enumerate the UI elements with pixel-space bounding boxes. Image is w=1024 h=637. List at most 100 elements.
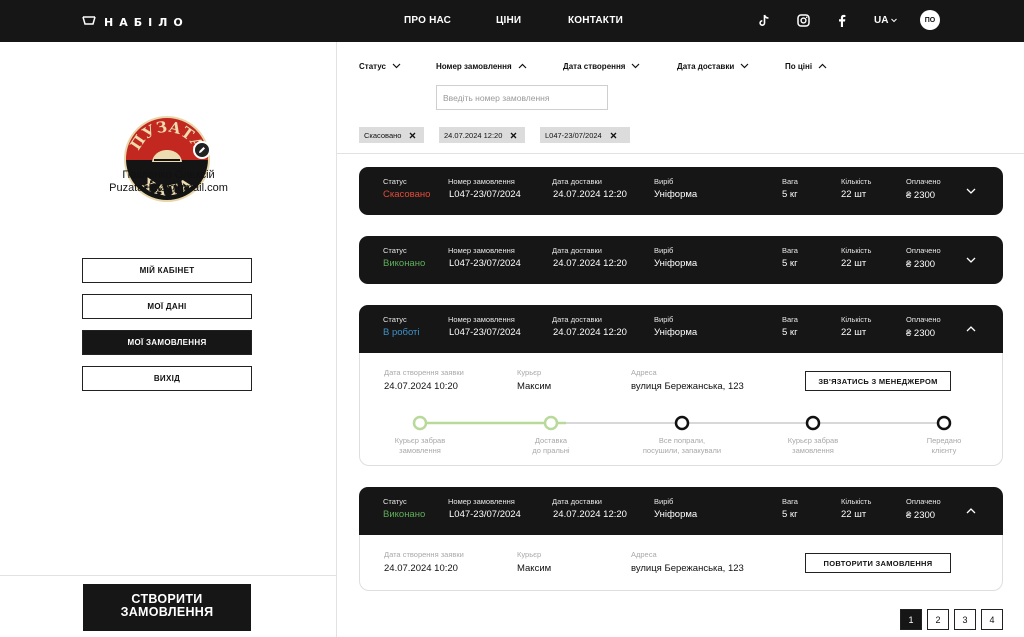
order-number-label: Номер замовлення (448, 315, 515, 324)
delivery-date: 24.07.2024 12:20 (553, 258, 627, 269)
profile-sidebar: ПУЗАТА ХАТА Павленко Олексій PuzataHata@… (0, 42, 337, 637)
my-cabinet-button[interactable]: МІЙ КАБІНЕТ (82, 258, 252, 283)
chevron-down-icon (631, 62, 640, 71)
order-status: Виконано (383, 258, 426, 269)
facebook-icon[interactable] (835, 13, 849, 27)
filter-created-date[interactable]: Дата створення (563, 62, 640, 71)
order-status: В роботі (383, 327, 420, 338)
page-button[interactable]: 4 (981, 609, 1003, 630)
create-order-line2: ЗАМОВЛЕННЯ (120, 605, 214, 619)
nav-prices-link[interactable]: ЦІНИ (496, 15, 521, 26)
quantity-label: Кількість (841, 497, 872, 506)
filter-chip: L047-23/07/2024 (540, 127, 630, 143)
order-card-header[interactable]: Статус В роботі Номер замовлення L047-23… (359, 305, 1003, 353)
page-button[interactable]: 3 (954, 609, 976, 630)
filter-price[interactable]: По ціні (785, 62, 827, 71)
paid-value: ₴ 2300 (906, 190, 936, 201)
progress-step-dot (674, 415, 690, 431)
chevron-up-icon[interactable] (965, 323, 977, 335)
tiktok-icon[interactable] (757, 13, 771, 27)
order-number-search-input[interactable] (436, 85, 608, 110)
quantity-label: Кількість (841, 315, 872, 324)
basin-icon (82, 13, 96, 31)
weight-value: 5 кг (782, 327, 798, 338)
order-card-header[interactable]: Статус Виконано Номер замовлення L047-23… (359, 236, 1003, 284)
close-icon[interactable] (409, 132, 416, 139)
chevron-up-icon (818, 62, 827, 71)
courier-label: Курьєр (517, 368, 542, 377)
contact-manager-button[interactable]: ЗВ'ЯЗАТИСЬ З МЕНЕДЖЕРОМ (805, 371, 951, 391)
order-status: Скасовано (383, 189, 431, 200)
product-value: Уніформа (654, 258, 698, 269)
delivery-date-label: Дата доставки (552, 497, 602, 506)
sidebar-divider (0, 575, 337, 576)
filter-delivery-label: Дата доставки (677, 62, 735, 71)
filter-status-label: Статус (359, 62, 386, 71)
order-progress-track (412, 415, 952, 431)
repeat-order-button[interactable]: ПОВТОРИТИ ЗАМОВЛЕННЯ (805, 553, 951, 573)
close-icon[interactable] (510, 132, 517, 139)
brand-name: НАБІЛО (104, 15, 189, 29)
page-button[interactable]: 1 (900, 609, 922, 630)
language-selector[interactable]: UA (874, 15, 897, 26)
chevron-down-icon (891, 15, 897, 26)
progress-step-dot (412, 415, 428, 431)
top-navbar: НАБІЛО ПРО НАС ЦІНИ КОНТАКТИ UA ПО (0, 0, 1024, 42)
paid-label: Оплачено (906, 177, 941, 186)
chevron-up-icon (518, 62, 527, 71)
weight-value: 5 кг (782, 189, 798, 200)
order-number-label: Номер замовлення (448, 246, 515, 255)
filter-created-label: Дата створення (563, 62, 626, 71)
created-date-label: Дата створення заявки (384, 550, 464, 559)
chevron-down-icon[interactable] (965, 185, 977, 197)
order-number: L047-23/07/2024 (449, 189, 521, 200)
filter-chip-label: L047-23/07/2024 (545, 130, 602, 140)
my-data-button[interactable]: МОЇ ДАНІ (82, 294, 252, 319)
order-card-header[interactable]: Статус Виконано Номер замовлення L047-23… (359, 487, 1003, 535)
quantity-label: Кількість (841, 177, 872, 186)
nav-about-link[interactable]: ПРО НАС (404, 15, 451, 26)
status-label: Статус (383, 497, 407, 506)
courier-name: Максим (517, 563, 552, 574)
address-label: Адреса (631, 368, 657, 377)
brand-logo[interactable]: НАБІЛО (82, 13, 189, 31)
user-avatar[interactable]: ПО (920, 10, 940, 30)
product-value: Уніформа (654, 189, 698, 200)
delivery-date: 24.07.2024 12:20 (553, 189, 627, 200)
close-icon[interactable] (610, 132, 617, 139)
progress-step-label: Курьєр забрав замовлення (394, 436, 446, 455)
edit-photo-pencil-icon[interactable] (193, 141, 211, 159)
filter-chip-label: 24.07.2024 12:20 (444, 130, 503, 140)
page-button[interactable]: 2 (927, 609, 949, 630)
chevron-up-icon[interactable] (965, 505, 977, 517)
chevron-down-icon[interactable] (965, 254, 977, 266)
user-email: PuzataHata@gmail.com (109, 182, 228, 194)
filter-chip-label: Скасовано (364, 130, 402, 140)
logout-button[interactable]: ВИХІД (82, 366, 252, 391)
progress-step-label: Все попрали, посушили, запакували (642, 436, 722, 455)
product-value: Уніформа (654, 509, 698, 520)
address-label: Адреса (631, 550, 657, 559)
order-number: L047-23/07/2024 (449, 509, 521, 520)
order-status: Виконано (383, 509, 426, 520)
filter-status[interactable]: Статус (359, 62, 401, 71)
create-order-button[interactable]: СТВОРИТИ ЗАМОВЛЕННЯ (83, 584, 251, 631)
weight-label: Вага (782, 177, 798, 186)
filter-order-number[interactable]: Номер замовлення (436, 62, 527, 71)
filter-chip: Скасовано (359, 127, 424, 143)
chevron-down-icon (392, 62, 401, 71)
progress-step-label: Передано клієнту (926, 436, 962, 455)
delivery-date: 24.07.2024 12:20 (553, 327, 627, 338)
quantity-value: 22 шт (841, 509, 867, 520)
weight-value: 5 кг (782, 258, 798, 269)
filter-delivery-date[interactable]: Дата доставки (677, 62, 749, 71)
weight-label: Вага (782, 315, 798, 324)
quantity-value: 22 шт (841, 189, 867, 200)
created-date-label: Дата створення заявки (384, 368, 464, 377)
order-card-header[interactable]: Статус Скасовано Номер замовлення L047-2… (359, 167, 1003, 215)
filter-chip: 24.07.2024 12:20 (439, 127, 525, 143)
instagram-icon[interactable] (796, 13, 810, 27)
nav-contacts-link[interactable]: КОНТАКТИ (568, 15, 623, 26)
quantity-label: Кількість (841, 246, 872, 255)
my-orders-button[interactable]: МОЇ ЗАМОВЛЕННЯ (82, 330, 252, 355)
